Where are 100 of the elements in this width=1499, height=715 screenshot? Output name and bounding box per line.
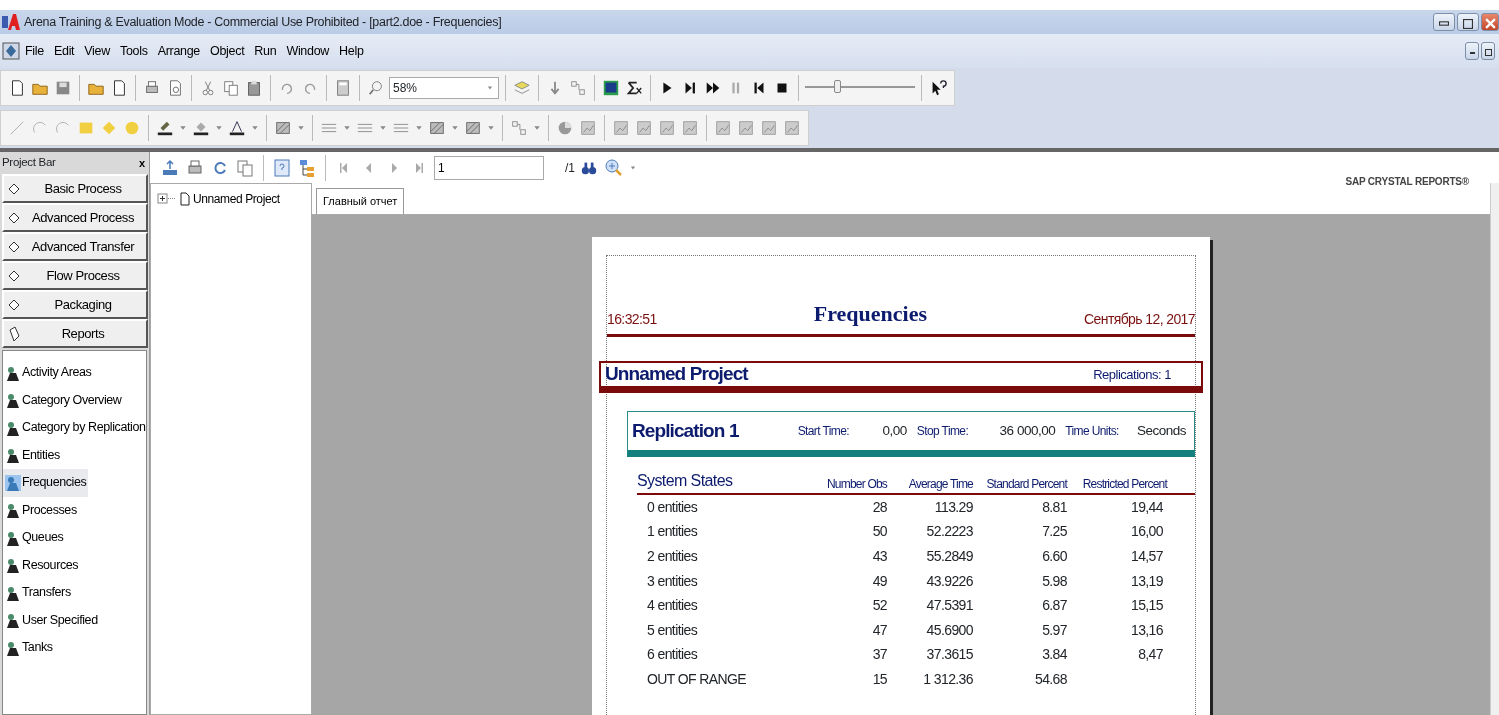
- line-color-icon[interactable]: [156, 119, 174, 137]
- minimize-button[interactable]: [1433, 13, 1455, 31]
- report-icon: [8, 325, 20, 342]
- field-value: 0,00: [881, 421, 907, 440]
- template-panel-button[interactable]: Flow Process: [2, 261, 148, 290]
- chart-icon[interactable]: [760, 119, 778, 137]
- panel-title: Project Bar: [2, 155, 56, 171]
- minimize-icon: [1439, 21, 1449, 27]
- table-cell-text: 50: [871, 522, 887, 542]
- restore-button[interactable]: [1481, 42, 1495, 60]
- column-header: Restricted Percent: [1081, 476, 1167, 493]
- report-list-item[interactable]: Resources: [3, 551, 81, 579]
- menu-item[interactable]: Tools: [114, 41, 153, 61]
- menu-item[interactable]: File: [20, 41, 49, 61]
- report-list-item[interactable]: User Specified: [3, 606, 100, 634]
- menu-item[interactable]: View: [79, 41, 115, 61]
- line-icon[interactable]: [8, 119, 26, 137]
- report-list-item[interactable]: Frequencies: [3, 469, 89, 497]
- chart-icon[interactable]: [681, 119, 699, 137]
- chart-icon[interactable]: [635, 119, 653, 137]
- template-panel-button[interactable]: Advanced Transfer: [2, 232, 148, 261]
- table-cell-text: 6.87: [1041, 596, 1067, 616]
- chart-icon[interactable]: [737, 119, 755, 137]
- connector-icon[interactable]: [569, 79, 587, 97]
- template-panel-button[interactable]: Basic Process: [2, 174, 148, 203]
- report-list-item[interactable]: Category by Replication: [3, 414, 148, 442]
- export-icon[interactable]: [160, 157, 180, 178]
- maximize-button[interactable]: [1457, 13, 1479, 31]
- app-logo-icon: [2, 14, 20, 30]
- chart-icon[interactable]: [579, 119, 597, 137]
- pie-chart-icon[interactable]: [556, 119, 574, 137]
- table-cell-text: 5.97: [1041, 620, 1067, 640]
- diamond-icon[interactable]: [100, 119, 118, 137]
- report-list-item[interactable]: Processes: [3, 496, 79, 524]
- sigma-icon[interactable]: [625, 79, 643, 97]
- help-icon[interactable]: [272, 157, 292, 178]
- calculator-icon[interactable]: [334, 79, 352, 97]
- page-number-field[interactable]: 1: [434, 155, 544, 180]
- report-figure-icon: [5, 502, 21, 519]
- vertical-scrollbar[interactable]: [1490, 183, 1499, 715]
- connector-icon[interactable]: [510, 119, 528, 137]
- pattern-icon[interactable]: [464, 119, 482, 137]
- report-tab[interactable]: Главный отчет: [316, 188, 405, 214]
- table-cell-text: 52.2223: [925, 522, 973, 542]
- report-list-item[interactable]: Activity Areas: [3, 359, 94, 387]
- pattern-icon[interactable]: [274, 119, 292, 137]
- report-list-item[interactable]: Tanks: [3, 634, 55, 662]
- ellipse-icon[interactable]: [123, 119, 141, 137]
- text-color-icon[interactable]: [228, 119, 246, 137]
- table-cell-text: 8,47: [1137, 645, 1164, 665]
- chart-icon[interactable]: [658, 119, 676, 137]
- report-figure-icon: [5, 612, 21, 629]
- expand-icon[interactable]: [157, 193, 177, 205]
- group-tree-icon[interactable]: [297, 157, 317, 178]
- report-figure-icon: [5, 419, 21, 436]
- close-button[interactable]: x: [138, 154, 145, 172]
- section-heading: System States: [637, 471, 734, 491]
- report-list-item[interactable]: Transfers: [3, 579, 73, 607]
- menu-item[interactable]: Help: [334, 41, 369, 61]
- minimize-button[interactable]: [1465, 42, 1479, 60]
- table-cell-text: 5 entities: [646, 620, 699, 640]
- template-panel-button[interactable]: Advanced Process: [2, 203, 148, 232]
- zoom-in-icon[interactable]: [603, 157, 623, 178]
- zoom-dropdown[interactable]: 58%: [389, 77, 499, 99]
- cut-icon[interactable]: [199, 79, 217, 97]
- report-list-item[interactable]: Queues: [3, 524, 66, 552]
- slider-thumb[interactable]: [834, 80, 841, 93]
- report-figure-icon: [5, 474, 21, 491]
- copy-icon[interactable]: [222, 79, 240, 97]
- report-list-item[interactable]: Category Overview: [3, 386, 124, 414]
- pattern-icon[interactable]: [428, 119, 446, 137]
- table-cell-text: 1 entities: [646, 522, 699, 542]
- tree-node[interactable]: Unnamed Project: [157, 190, 280, 208]
- restore-icon: [1484, 49, 1492, 57]
- menu-item[interactable]: Window: [281, 41, 335, 61]
- chart-icon[interactable]: [612, 119, 630, 137]
- menu-item[interactable]: Arrange: [152, 41, 206, 61]
- zoom-icon[interactable]: [367, 79, 385, 97]
- template-panel-button[interactable]: Packaging: [2, 290, 148, 319]
- menu-item[interactable]: Edit: [48, 41, 80, 61]
- menu-item[interactable]: Object: [205, 41, 250, 61]
- save-icon[interactable]: [54, 79, 72, 97]
- table-cell-text: 3 entities: [646, 571, 699, 591]
- layers-icon[interactable]: [513, 79, 531, 97]
- chart-icon[interactable]: [783, 119, 801, 137]
- table-cell-text: 13,19: [1129, 571, 1164, 591]
- table-cell-text: 54.68: [1033, 669, 1067, 689]
- table-cell-text: 49: [871, 571, 887, 591]
- close-button[interactable]: [1481, 13, 1499, 31]
- template-panel-button[interactable]: Reports: [2, 319, 148, 348]
- copy-icon[interactable]: [235, 157, 255, 178]
- report-list-item[interactable]: Entities: [3, 441, 62, 469]
- table-cell-text: 6 entities: [646, 645, 699, 665]
- field-value: 36 000,00: [998, 421, 1056, 440]
- menu-item[interactable]: Run: [249, 41, 282, 61]
- picture-icon[interactable]: [602, 79, 620, 97]
- paste-icon[interactable]: [245, 79, 263, 97]
- document-menu-icon[interactable]: [2, 42, 20, 60]
- maximize-icon: [1463, 18, 1473, 29]
- chart-icon[interactable]: [714, 119, 732, 137]
